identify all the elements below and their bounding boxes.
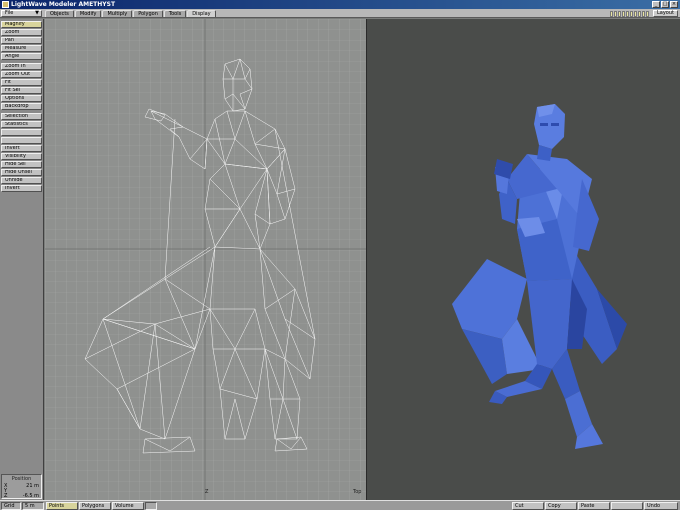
tab-display[interactable]: Display xyxy=(187,10,216,17)
viewport-corner-label: Top xyxy=(353,489,362,495)
app-icon xyxy=(2,1,9,8)
zoom-out-button[interactable]: Zoom Out xyxy=(1,71,42,78)
visibility-button[interactable]: Visibility xyxy=(1,153,42,160)
layer-button-3[interactable] xyxy=(618,10,621,17)
minimize-icon[interactable]: _ xyxy=(652,1,660,8)
grid-value: 5 m xyxy=(22,502,44,510)
layout-button[interactable]: Layout xyxy=(653,10,678,17)
layer-button-8[interactable] xyxy=(638,10,641,17)
layer-button-1[interactable] xyxy=(610,10,613,17)
fit-button[interactable]: Fit xyxy=(1,79,42,86)
pan-button[interactable]: Pan xyxy=(1,37,42,44)
unhide-button[interactable]: Unhide xyxy=(1,177,42,184)
file-menu-label: File xyxy=(5,10,14,16)
paste-button[interactable]: Paste xyxy=(578,502,610,510)
layer-button-9[interactable] xyxy=(642,10,645,17)
invert-selection-button[interactable]: Invert xyxy=(1,145,42,152)
viewport-axis-label: Z xyxy=(205,489,209,495)
magnify-button[interactable]: Magnify xyxy=(1,21,42,28)
maximize-icon[interactable]: □ xyxy=(661,1,669,8)
fit-sel-button[interactable]: Fit Sel xyxy=(1,87,42,94)
position-x-value: 21 m xyxy=(26,483,39,489)
tab-tools[interactable]: Tools xyxy=(163,10,187,17)
title-bar: LightWave Modeler AMETHYST _ □ × xyxy=(0,0,680,9)
layer-button-4[interactable] xyxy=(622,10,625,17)
copy-button[interactable]: Copy xyxy=(545,502,577,510)
window-title: LightWave Modeler AMETHYST xyxy=(11,1,116,8)
menu-bar: File ▼ Objects Modify Multiply Polygon T… xyxy=(0,9,680,18)
tool-panel: Magnify Zoom Pan Measure Angle Zoom In Z… xyxy=(0,19,44,500)
shaded-canvas xyxy=(452,104,627,449)
layer-button-10[interactable] xyxy=(646,10,649,17)
undo-button[interactable]: Undo xyxy=(644,502,678,510)
layer-controls: Layout xyxy=(610,10,678,17)
blank-tool-button-1[interactable] xyxy=(1,129,42,136)
layer-indicator xyxy=(145,502,157,510)
layer-button-5[interactable] xyxy=(626,10,629,17)
blank-tool-button-2[interactable] xyxy=(1,137,42,144)
wireframe-canvas xyxy=(45,19,366,500)
zoom-in-button[interactable]: Zoom In xyxy=(1,63,42,70)
zoom-button[interactable]: Zoom xyxy=(1,29,42,36)
close-icon[interactable]: × xyxy=(670,1,678,8)
shaded-viewport[interactable] xyxy=(367,19,680,500)
polygons-mode-button[interactable]: Polygons xyxy=(79,502,111,510)
blank-action-button[interactable] xyxy=(611,502,643,510)
file-menu[interactable]: File ▼ xyxy=(1,10,42,17)
hide-unsel-button[interactable]: Hide Unsel xyxy=(1,169,42,176)
volume-mode-button[interactable]: Volume xyxy=(112,502,144,510)
shaded-model xyxy=(452,104,627,449)
position-z-value: -6.5 m xyxy=(22,493,39,499)
invert-visibility-button[interactable]: Invert xyxy=(1,185,42,192)
window-controls: _ □ × xyxy=(652,1,678,8)
layer-button-7[interactable] xyxy=(634,10,637,17)
status-bar: Grid 5 m Points Polygons Volume Cut Copy… xyxy=(0,500,680,510)
grid-label: Grid xyxy=(1,502,21,510)
layer-button-6[interactable] xyxy=(630,10,633,17)
tab-strip: Objects Modify Multiply Polygon Tools Di… xyxy=(45,10,216,17)
selection-button[interactable]: Selection xyxy=(1,113,42,120)
points-mode-button[interactable]: Points xyxy=(46,502,78,510)
backdrop-button[interactable]: Backdrop xyxy=(1,103,42,110)
position-z-label: Z xyxy=(4,493,8,499)
cut-button[interactable]: Cut xyxy=(512,502,544,510)
angle-button[interactable]: Angle xyxy=(1,53,42,60)
tab-objects[interactable]: Objects xyxy=(45,10,74,17)
tab-polygon[interactable]: Polygon xyxy=(133,10,163,17)
measure-button[interactable]: Measure xyxy=(1,45,42,52)
tab-multiply[interactable]: Multiply xyxy=(102,10,133,17)
wireframe-viewport[interactable]: Z Top xyxy=(45,19,366,500)
position-readout: Position X 21 m Y Z -6.5 m xyxy=(1,474,42,499)
position-header: Position xyxy=(11,476,32,482)
hide-sel-button[interactable]: Hide Sel xyxy=(1,161,42,168)
statistics-button[interactable]: Statistics xyxy=(1,121,42,128)
options-button[interactable]: Options xyxy=(1,95,42,102)
tab-modify[interactable]: Modify xyxy=(74,10,102,17)
chevron-down-icon: ▼ xyxy=(35,10,39,16)
layer-button-2[interactable] xyxy=(614,10,617,17)
